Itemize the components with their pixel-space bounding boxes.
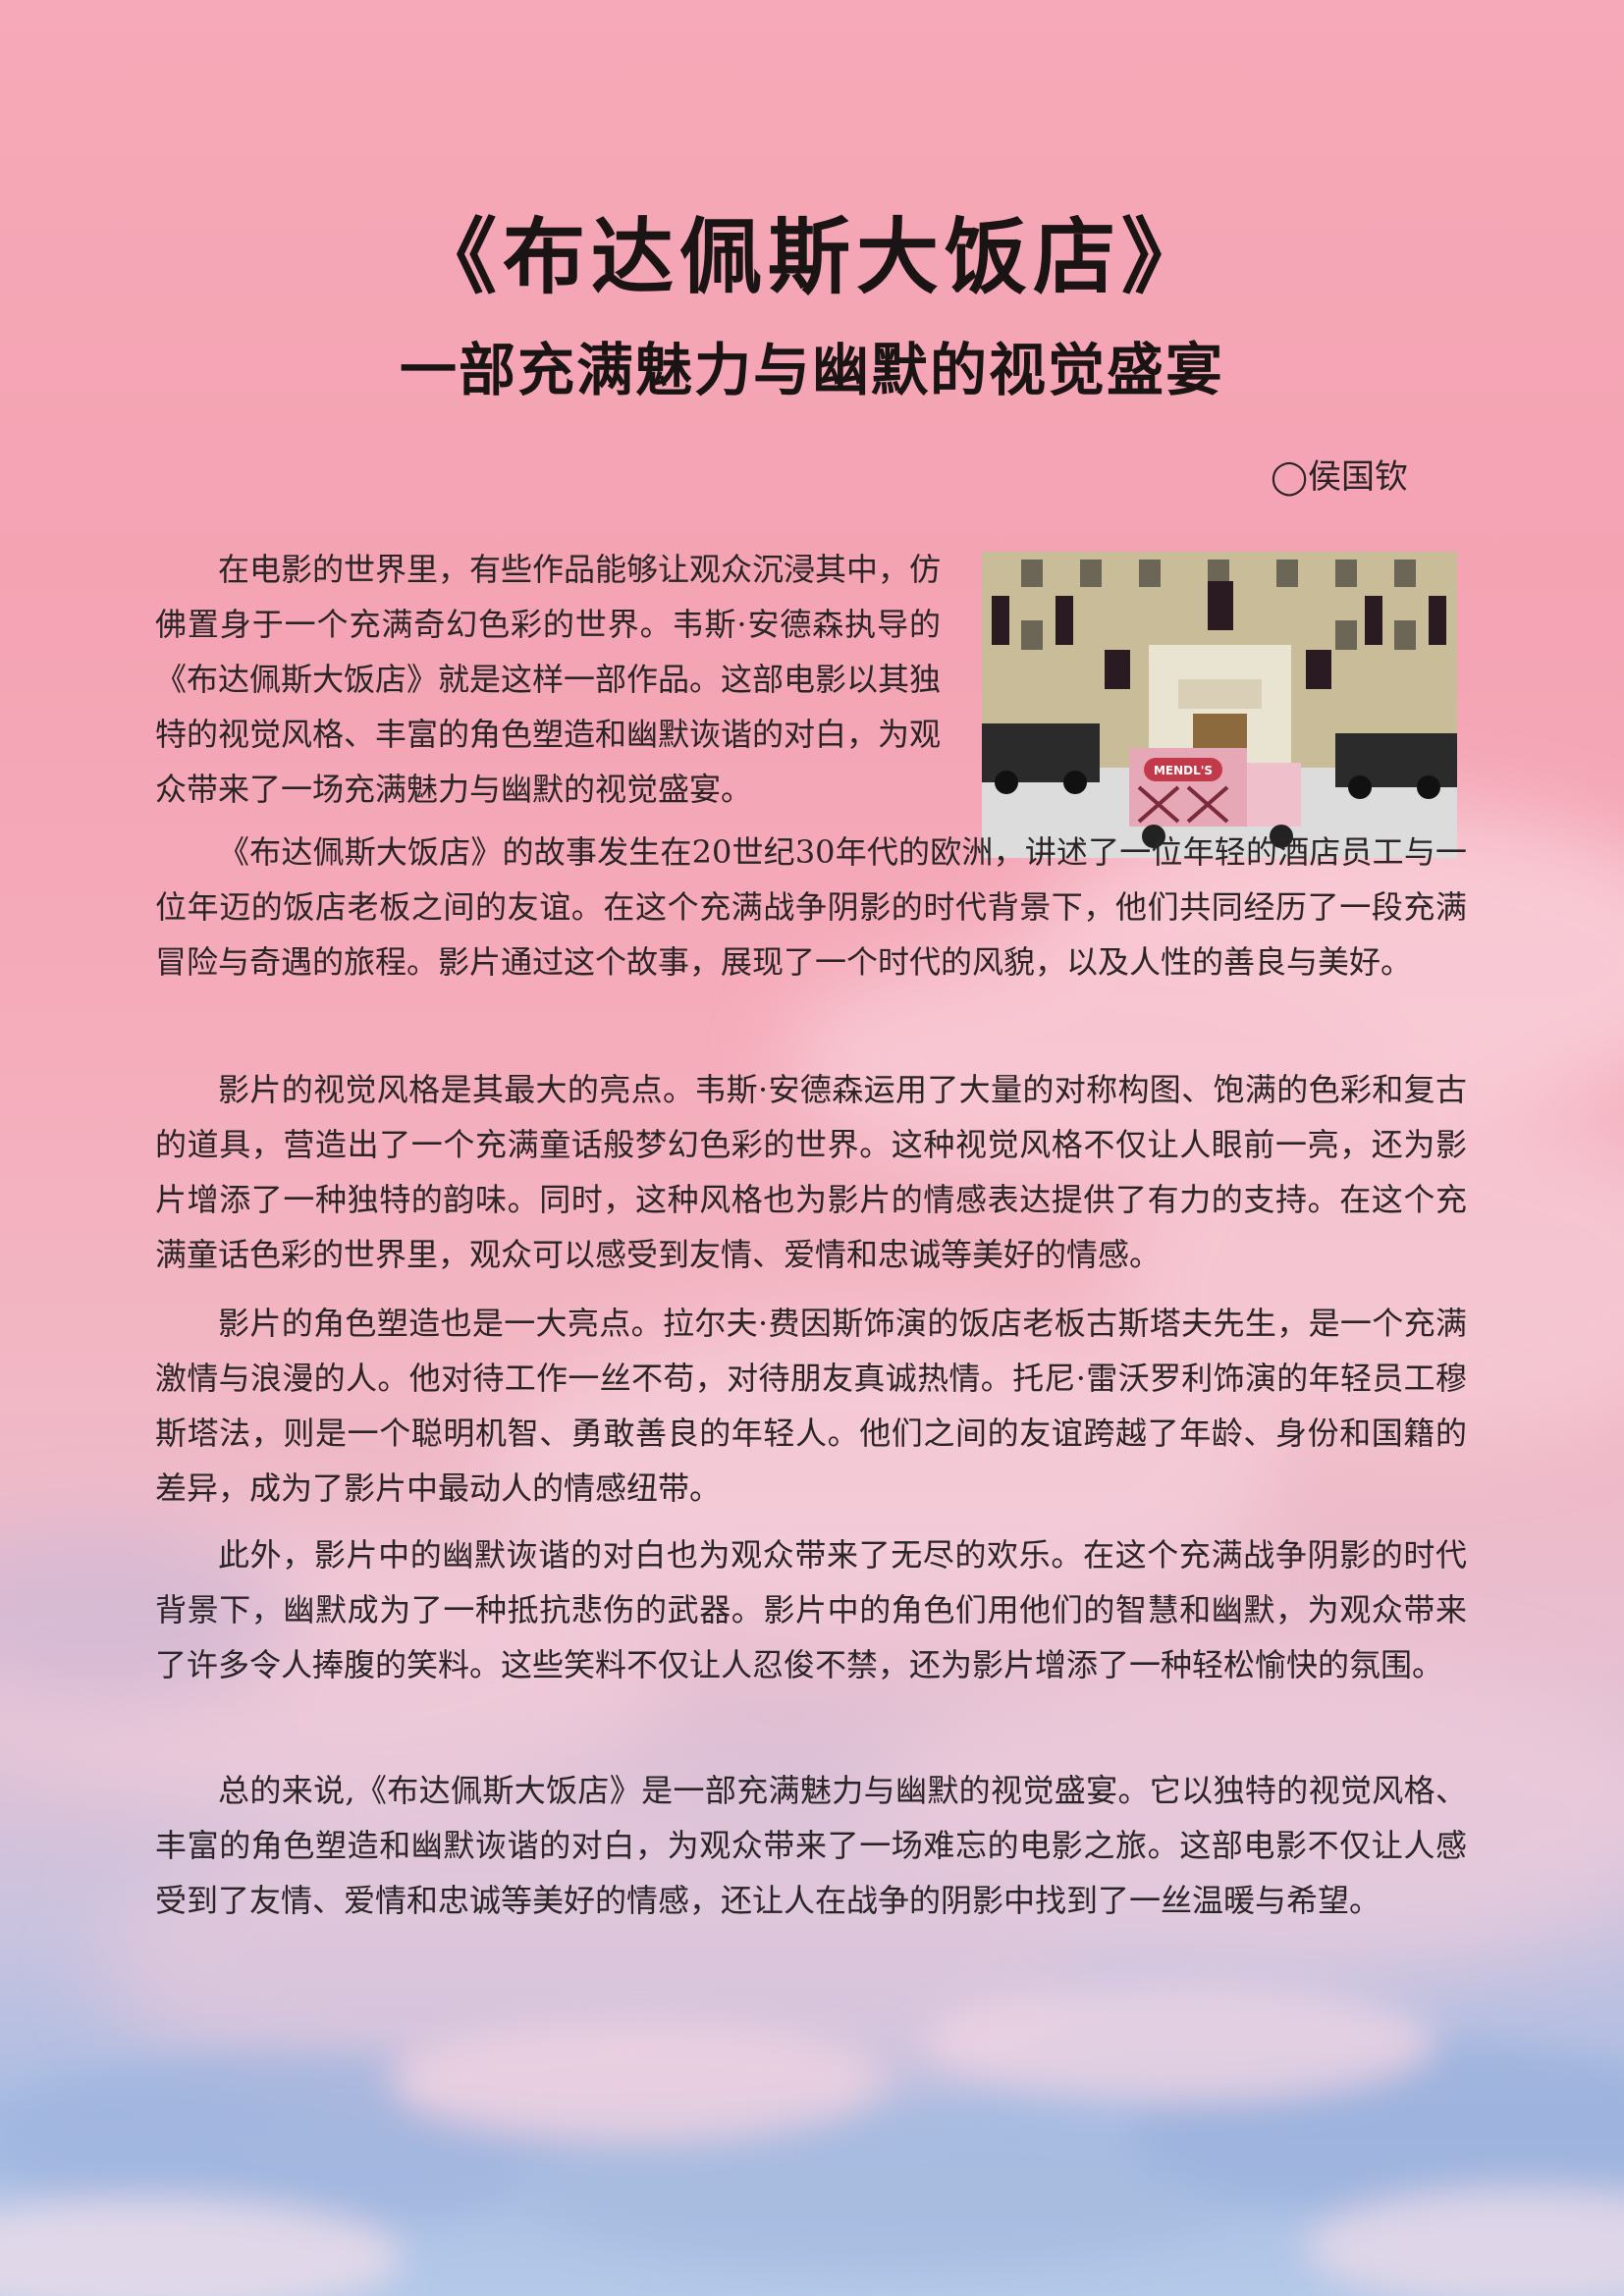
paragraph-5: 此外，影片中的幽默诙谐的对白也为观众带来了无尽的欢乐。在这个充满战争阴影的时代背… <box>155 1536 1467 1683</box>
article-subtitle: 一部充满魅力与幽默的视觉盛宴 <box>399 337 1224 403</box>
movie-still-photo: MENDL'S <box>982 552 1457 858</box>
paragraph-3: 影片的视觉风格是其最大的亮点。韦斯·安德森运用了大量的对称构图、饱满的色彩和复古… <box>155 1071 1467 1273</box>
paragraph-6: 总的来说,《布达佩斯大饭店》是一部充满魅力与幽默的视觉盛宴。它以独特的视觉风格、… <box>155 1772 1467 1919</box>
paragraph-2: 《布达佩斯大饭店》的故事发生在20世纪30年代的欧洲，讲述了一位年轻的酒店员工与… <box>155 833 1467 981</box>
paragraph-4: 影片的角色塑造也是一大亮点。拉尔夫·费因斯饰演的饭店老板古斯塔夫先生，是一个充满… <box>155 1305 1467 1507</box>
article-title: 《布达佩斯大饭店》 <box>413 209 1210 305</box>
paragraph-1: 在电影的世界里，有些作品能够让观众沉浸其中，仿佛置身于一个充满奇幻色彩的世界。韦… <box>155 551 942 808</box>
author-byline: ◯侯国钦 <box>1270 457 1408 497</box>
mendls-sign: MENDL'S <box>1154 764 1213 777</box>
